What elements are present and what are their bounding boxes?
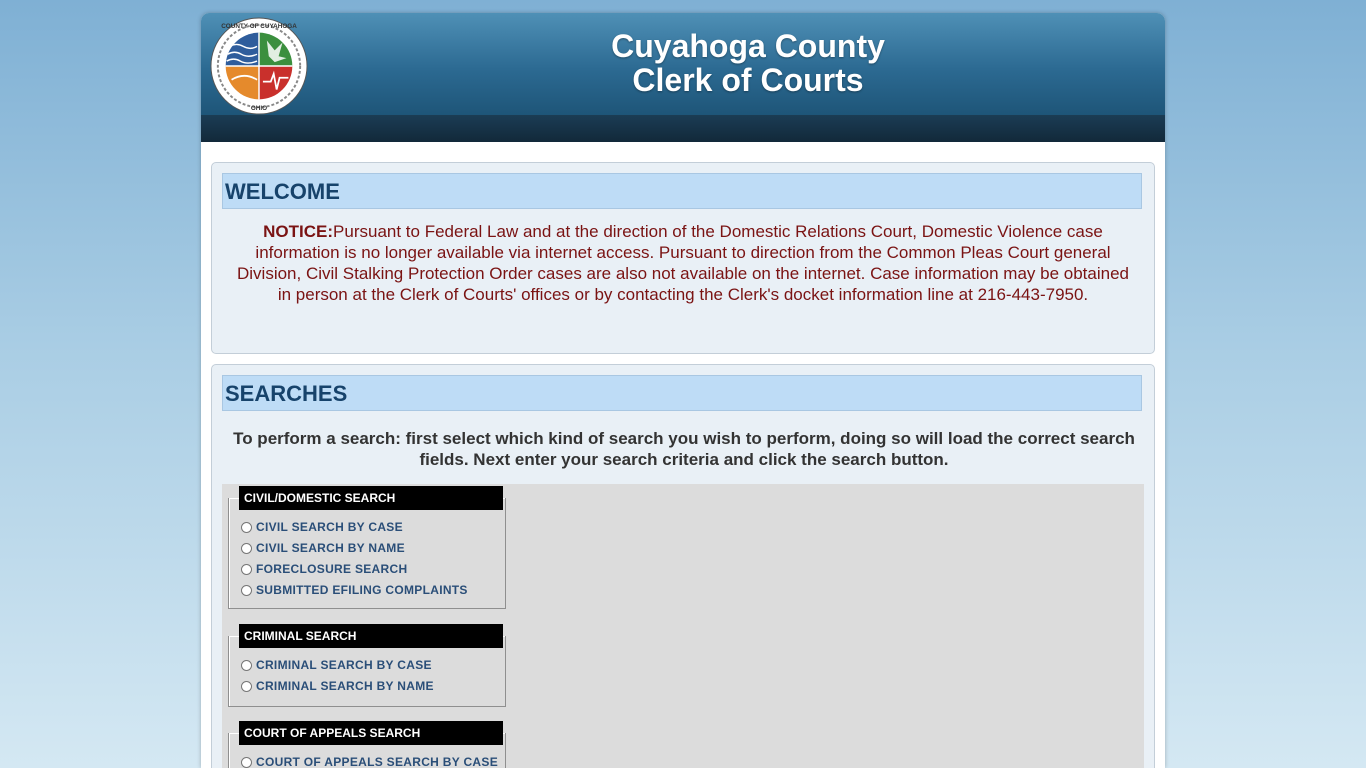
radio-button[interactable]: [241, 521, 252, 533]
search-instructions: To perform a search: first select which …: [233, 429, 1135, 469]
header-nav-bar: [201, 115, 1165, 142]
radio-button[interactable]: [241, 584, 252, 596]
welcome-heading: WELCOME: [222, 173, 1142, 209]
page-container: COUNTY OF CUYAHOGA OHIO Cuyahoga County …: [201, 13, 1165, 768]
criminal-search-group: CRIMINAL SEARCH CRIMINAL SEARCH BY CASE …: [228, 624, 506, 707]
site-header: COUNTY OF CUYAHOGA OHIO Cuyahoga County …: [201, 13, 1165, 115]
option-label[interactable]: SUBMITTED EFILING COMPLAINTS: [256, 583, 468, 597]
option-label[interactable]: FORECLOSURE SEARCH: [256, 562, 407, 576]
radio-button[interactable]: [241, 680, 252, 692]
group-title: CRIMINAL SEARCH: [239, 624, 503, 648]
option-label[interactable]: CIVIL SEARCH BY CASE: [256, 520, 403, 534]
radio-option-civil-search-by-case[interactable]: CIVIL SEARCH BY CASE: [241, 518, 403, 536]
welcome-panel: WELCOME NOTICE:Pursuant to Federal Law a…: [211, 162, 1155, 354]
notice-message: NOTICE:Pursuant to Federal Law and at th…: [236, 221, 1130, 305]
option-label[interactable]: CRIMINAL SEARCH BY NAME: [256, 679, 434, 693]
notice-text: Pursuant to Federal Law and at the direc…: [236, 222, 1130, 304]
court-of-appeals-search-group: COURT OF APPEALS SEARCH COURT OF APPEALS…: [228, 721, 506, 768]
civil-domestic-search-group: CIVIL/DOMESTIC SEARCH CIVIL SEARCH BY CA…: [228, 486, 506, 609]
radio-option-court-of-appeals-search-by-case[interactable]: COURT OF APPEALS SEARCH BY CASE: [241, 753, 498, 768]
option-label[interactable]: CRIMINAL SEARCH BY CASE: [256, 658, 432, 672]
radio-button[interactable]: [241, 756, 252, 768]
seal-bottom-text: OHIO: [251, 105, 267, 112]
radio-option-submitted-efiling-complaints[interactable]: SUBMITTED EFILING COMPLAINTS: [241, 581, 468, 599]
site-title-line1: Cuyahoga County: [611, 28, 885, 64]
searches-heading: SEARCHES: [222, 375, 1142, 411]
site-title-line2: Clerk of Courts: [632, 62, 864, 98]
notice-label: NOTICE:: [263, 222, 334, 241]
radio-option-foreclosure-search[interactable]: FORECLOSURE SEARCH: [241, 560, 407, 578]
group-title: CIVIL/DOMESTIC SEARCH: [239, 486, 503, 510]
search-type-area: CIVIL/DOMESTIC SEARCH CIVIL SEARCH BY CA…: [222, 484, 1144, 768]
group-title: COURT OF APPEALS SEARCH: [239, 721, 503, 745]
radio-button[interactable]: [241, 542, 252, 554]
radio-option-criminal-search-by-name[interactable]: CRIMINAL SEARCH BY NAME: [241, 677, 434, 695]
radio-button[interactable]: [241, 659, 252, 671]
option-label[interactable]: CIVIL SEARCH BY NAME: [256, 541, 405, 555]
radio-option-criminal-search-by-case[interactable]: CRIMINAL SEARCH BY CASE: [241, 656, 432, 674]
searches-panel: SEARCHES To perform a search: first sele…: [211, 364, 1155, 768]
county-seal-icon: COUNTY OF CUYAHOGA OHIO: [210, 17, 308, 115]
seal-top-text: COUNTY OF CUYAHOGA: [221, 23, 297, 30]
option-label[interactable]: COURT OF APPEALS SEARCH BY CASE: [256, 755, 498, 768]
radio-option-civil-search-by-name[interactable]: CIVIL SEARCH BY NAME: [241, 539, 405, 557]
radio-button[interactable]: [241, 563, 252, 575]
site-title: Cuyahoga County Clerk of Courts: [501, 29, 995, 97]
